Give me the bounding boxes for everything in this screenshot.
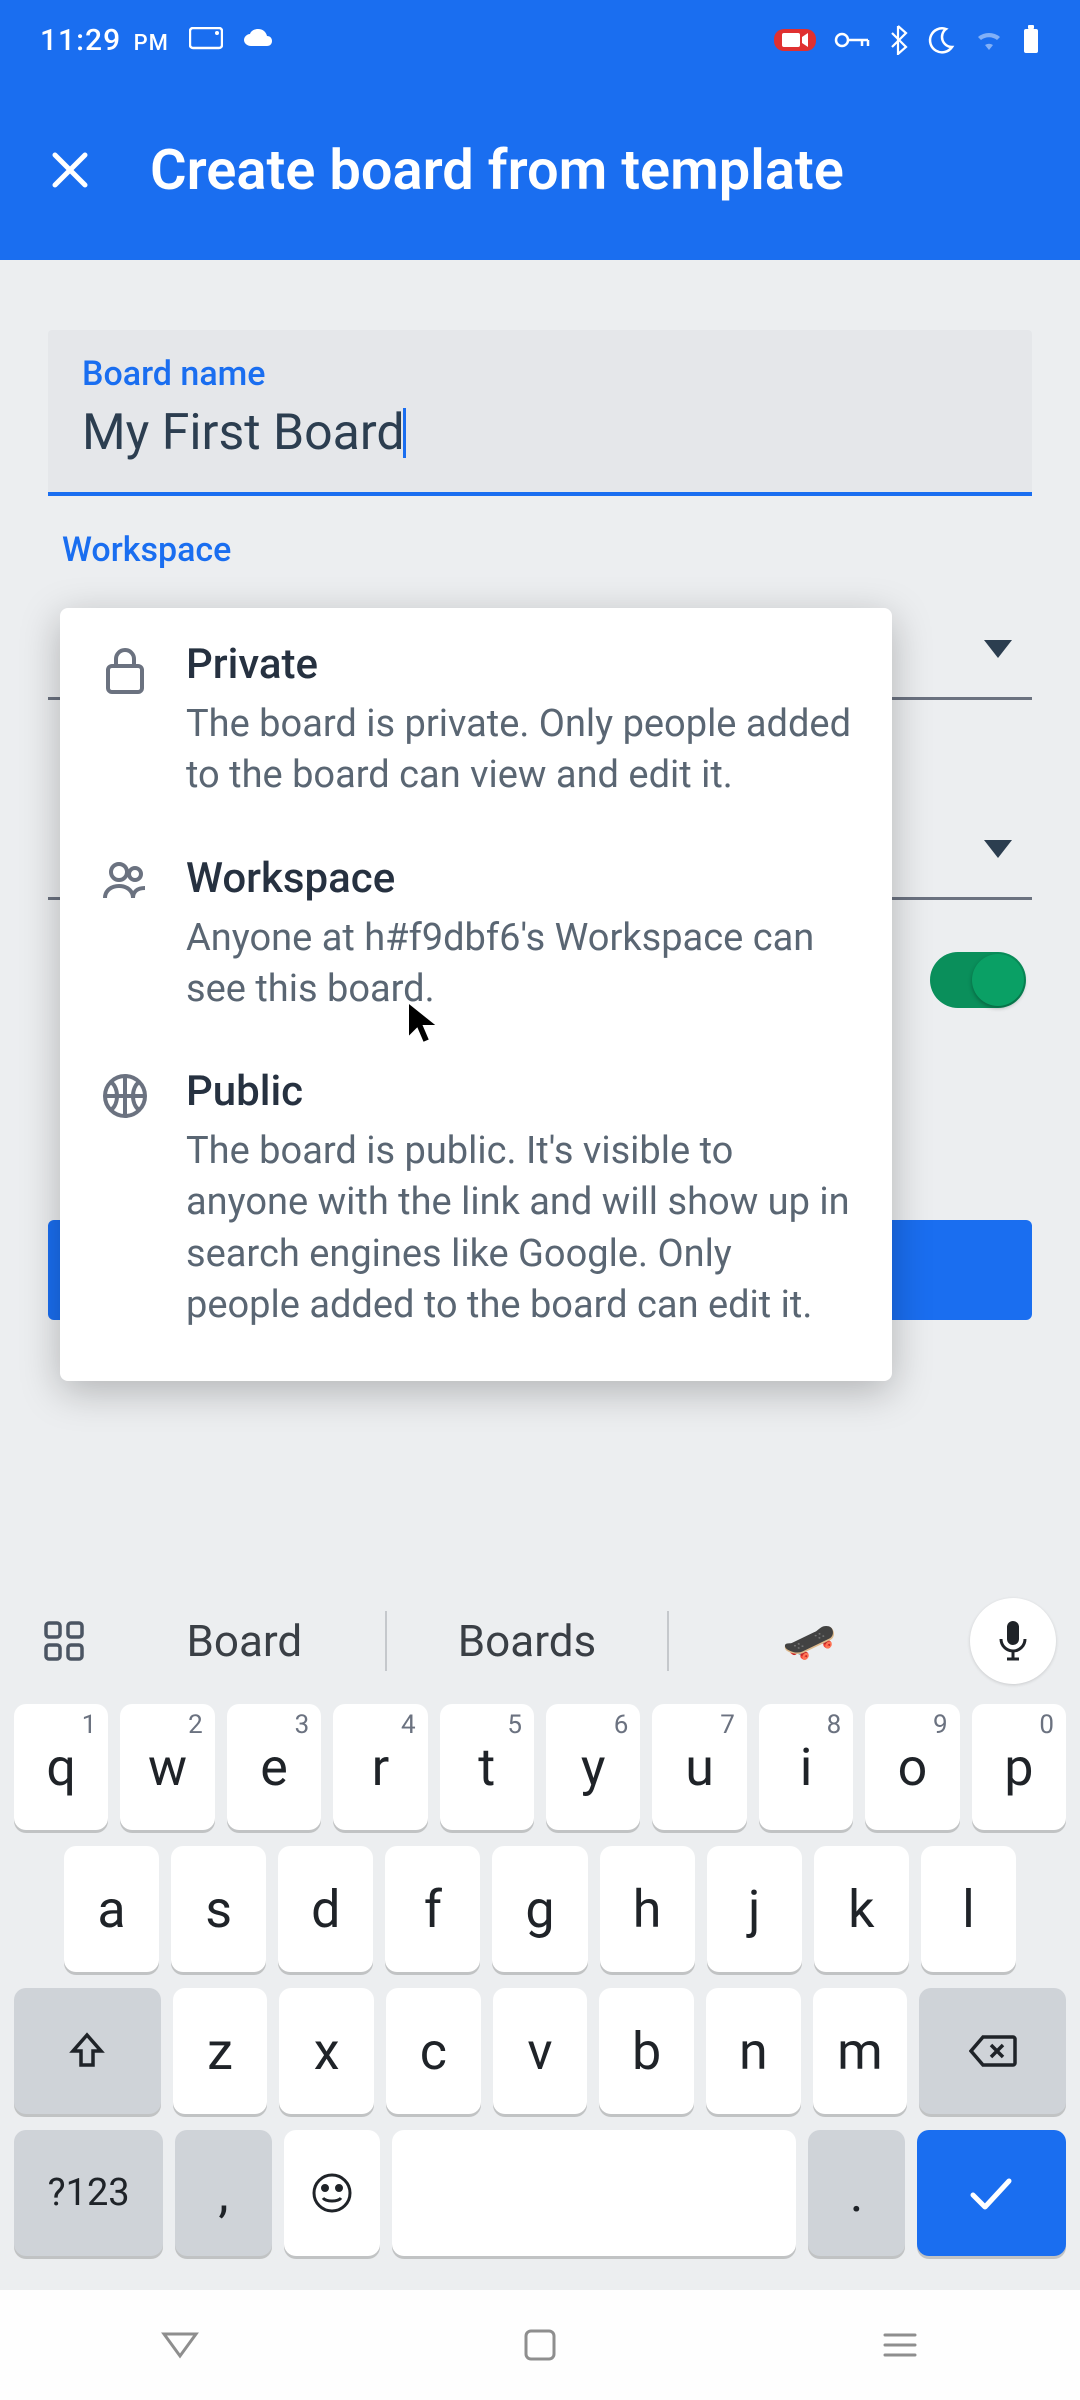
visibility-option-private[interactable]: Private The board is private. Only peopl… (100, 640, 852, 802)
board-name-input[interactable]: My First Board (82, 404, 405, 462)
key-s[interactable]: s (171, 1846, 266, 1972)
key-a[interactable]: a (64, 1846, 159, 1972)
key-g[interactable]: g (492, 1846, 587, 1972)
key-v[interactable]: v (493, 1988, 588, 2114)
key-w[interactable]: w (120, 1704, 214, 1830)
key-enter[interactable] (917, 2130, 1066, 2256)
status-left: 11:29 PM (40, 23, 277, 58)
status-time: 11:29 PM (40, 23, 169, 58)
key-period[interactable]: . (808, 2130, 904, 2256)
keyboard-row: q w e r t y u i o p (14, 1704, 1066, 1830)
key-q[interactable]: q (14, 1704, 108, 1830)
key-k[interactable]: k (814, 1846, 909, 1972)
system-nav-bar (0, 2290, 1080, 2400)
board-name-field[interactable]: Board name My First Board (48, 330, 1032, 496)
suggestion-emoji[interactable]: 🛹 (669, 1615, 950, 1667)
visibility-option-workspace[interactable]: Workspace Anyone at h#f9dbf6's Workspace… (100, 854, 852, 1016)
key-h[interactable]: h (600, 1846, 695, 1972)
status-ampm: PM (134, 31, 169, 56)
board-name-label: Board name (82, 354, 998, 394)
battery-icon (1022, 25, 1040, 55)
cast-icon (189, 27, 223, 53)
mic-button[interactable] (970, 1598, 1056, 1684)
key-x[interactable]: x (279, 1988, 374, 2114)
suggestion-word[interactable]: Boards (387, 1615, 668, 1667)
globe-icon (100, 1073, 150, 1331)
toggle-knob (972, 954, 1024, 1006)
status-time-value: 11:29 (40, 23, 121, 58)
key-o[interactable]: o (865, 1704, 959, 1830)
option-title: Private (186, 640, 852, 689)
cloud-icon (243, 28, 277, 52)
keyboard-row: z x c v b n m (14, 1988, 1066, 2114)
key-c[interactable]: c (386, 1988, 481, 2114)
key-m[interactable]: m (813, 1988, 908, 2114)
key-symbols[interactable]: ?123 (14, 2130, 163, 2256)
visibility-popup: Private The board is private. Only peopl… (60, 608, 892, 1381)
key-z[interactable]: z (173, 1988, 268, 2114)
key-d[interactable]: d (278, 1846, 373, 1972)
option-desc: The board is private. Only people added … (186, 699, 852, 802)
keyboard-rows: q w e r t y u i o p a s d f g h j k l (0, 1696, 1080, 2290)
keyboard-row: ?123 , . (14, 2130, 1066, 2256)
app-bar: Create board from template (0, 80, 1080, 260)
vpn-key-icon (834, 30, 870, 50)
key-j[interactable]: j (707, 1846, 802, 1972)
lock-icon (100, 646, 150, 802)
chevron-down-icon (984, 640, 1012, 658)
option-title: Workspace (186, 854, 852, 903)
key-shift[interactable] (14, 1988, 161, 2114)
key-n[interactable]: n (706, 1988, 801, 2114)
key-y[interactable]: y (546, 1704, 640, 1830)
record-badge-icon (774, 29, 816, 51)
key-emoji[interactable] (284, 2130, 380, 2256)
key-space[interactable] (392, 2130, 797, 2256)
mouse-cursor-icon (406, 1000, 442, 1052)
key-e[interactable]: e (227, 1704, 321, 1830)
keyboard-apps-icon[interactable] (24, 1601, 104, 1681)
option-title: Public (186, 1067, 852, 1116)
key-t[interactable]: t (440, 1704, 534, 1830)
keyboard-row: a s d f g h j k l (14, 1846, 1066, 1972)
visibility-option-public[interactable]: Public The board is public. It's visible… (100, 1067, 852, 1331)
toggle-switch[interactable] (930, 952, 1026, 1008)
key-r[interactable]: r (333, 1704, 427, 1830)
key-i[interactable]: i (759, 1704, 853, 1830)
wifi-icon (974, 28, 1004, 52)
text-cursor (403, 408, 406, 458)
key-comma[interactable]: , (175, 2130, 271, 2256)
workspace-label: Workspace (62, 530, 1032, 570)
nav-back-button[interactable] (150, 2315, 210, 2375)
key-p[interactable]: p (972, 1704, 1066, 1830)
nav-recent-button[interactable] (870, 2315, 930, 2375)
nav-home-button[interactable] (510, 2315, 570, 2375)
key-b[interactable]: b (599, 1988, 694, 2114)
key-f[interactable]: f (385, 1846, 480, 1972)
moon-dnd-icon (926, 25, 956, 55)
page-title: Create board from template (150, 137, 844, 203)
key-u[interactable]: u (652, 1704, 746, 1830)
key-backspace[interactable] (919, 1988, 1066, 2114)
close-button[interactable] (40, 140, 100, 200)
suggestion-word[interactable]: Board (104, 1615, 385, 1667)
option-desc: Anyone at h#f9dbf6's Workspace can see t… (186, 913, 852, 1016)
option-desc: The board is public. It's visible to any… (186, 1126, 852, 1331)
soft-keyboard: Board Boards 🛹 q w e r t y u i o p a s d… (0, 1576, 1080, 2400)
key-l[interactable]: l (921, 1846, 1016, 1972)
status-bar: 11:29 PM (0, 0, 1080, 80)
people-icon (100, 860, 150, 1016)
chevron-down-icon (984, 840, 1012, 858)
suggestion-bar: Board Boards 🛹 (0, 1586, 1080, 1696)
status-right (774, 25, 1040, 55)
bluetooth-icon (888, 25, 908, 55)
